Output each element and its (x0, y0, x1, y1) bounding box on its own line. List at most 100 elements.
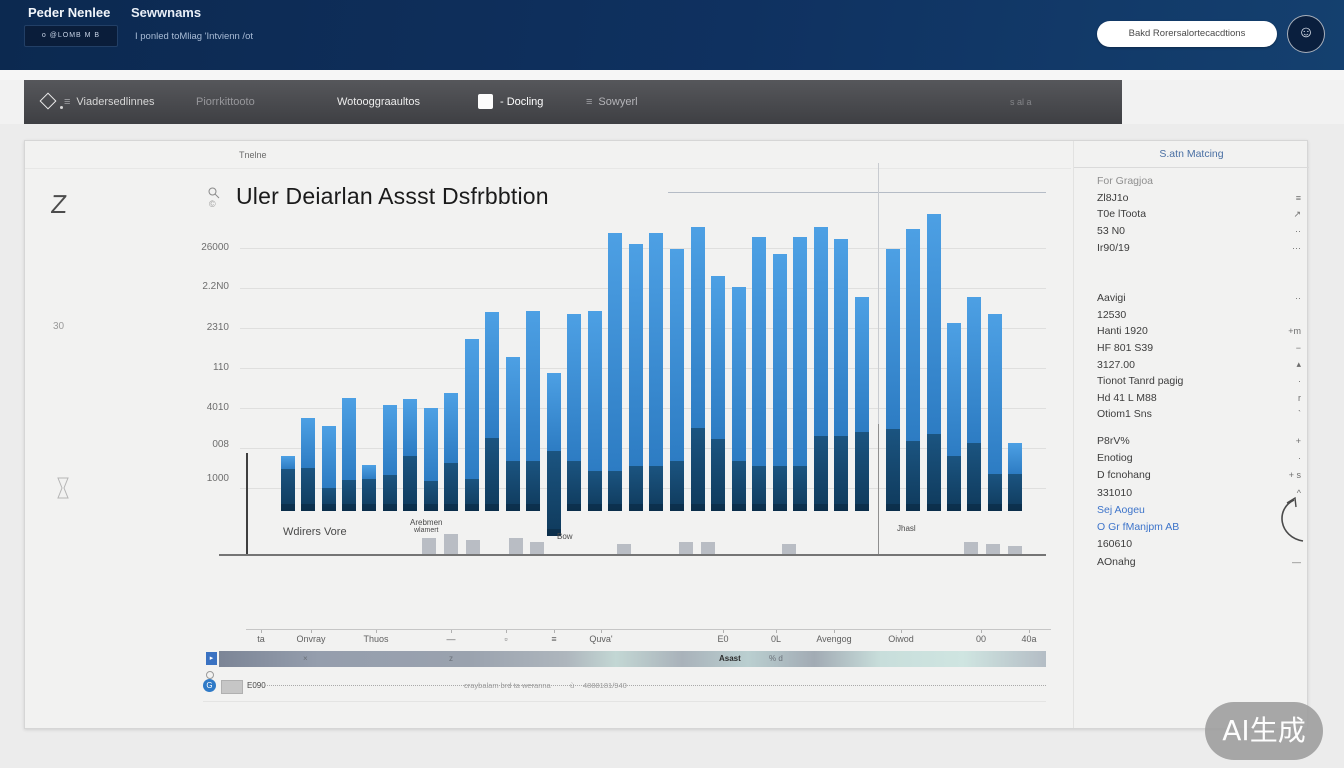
stacked-bar[interactable] (649, 233, 663, 511)
stacked-bar[interactable] (526, 311, 540, 511)
bar-segment-dark (773, 466, 787, 511)
app-brand[interactable]: Peder Nenlee (28, 5, 110, 20)
sidebar-header[interactable]: S.atn Matcing (1074, 148, 1309, 160)
sidebar-item[interactable]: T0e lToota ↗ (1097, 206, 1301, 223)
stacked-bar[interactable] (281, 456, 295, 511)
bar-segment-light (362, 465, 376, 479)
bar-segment-dark (886, 429, 900, 511)
stacked-bar[interactable] (988, 314, 1002, 511)
bar-segment-light (732, 287, 746, 461)
stacked-bar[interactable] (967, 297, 981, 511)
bar-segment-dark (567, 461, 581, 511)
stacked-bar[interactable] (608, 233, 622, 511)
sidebar-item-label: T0e lToota (1097, 208, 1146, 220)
stacked-bar[interactable] (691, 227, 705, 511)
sidebar-item[interactable]: 3127.00▴ (1097, 356, 1301, 373)
globe-icon[interactable]: G (203, 679, 216, 692)
sidebar-divider (1073, 141, 1074, 728)
bar-segment-dark (793, 466, 807, 511)
bar-segment-dark (947, 456, 961, 511)
sidebar-item[interactable]: P8rV%+ (1097, 432, 1301, 449)
stacked-bar[interactable] (773, 254, 787, 511)
toolbar-item-docking[interactable]: - Docling (500, 80, 543, 124)
bar-segment-dark (814, 436, 828, 511)
stacked-bar[interactable] (383, 405, 397, 511)
stacked-bar[interactable] (752, 237, 766, 511)
mini-bar (986, 544, 1000, 554)
sidebar-item[interactable]: Otiom1 Sns` (1097, 406, 1301, 423)
range-scrollbar[interactable]: ×zAsast% d (219, 651, 1046, 667)
sidebar-item[interactable]: For Gragjoa (1097, 173, 1301, 190)
stacked-bar[interactable] (403, 399, 417, 511)
arrow-icon: ↗ (1293, 209, 1301, 220)
sidebar-item[interactable]: Tionot Tanrd pagig· (1097, 373, 1301, 390)
gridline (240, 288, 1046, 289)
toolbar-item-views[interactable]: ≡Viadersedlinnes (64, 80, 155, 124)
undo-arrow-icon[interactable] (1267, 493, 1313, 550)
stacked-bar[interactable] (906, 229, 920, 511)
stacked-bar[interactable] (301, 418, 315, 511)
search-input[interactable]: Bakd Rorersalortecacdtions (1097, 21, 1277, 47)
sidebar-item[interactable]: Hd 41 L M88r (1097, 390, 1301, 407)
stacked-bar[interactable] (567, 314, 581, 511)
stacked-bar[interactable] (834, 239, 848, 511)
stacked-bar[interactable] (711, 276, 725, 511)
stacked-bar[interactable] (342, 398, 356, 511)
stacked-bar[interactable] (547, 373, 561, 536)
mini-bar (701, 542, 715, 554)
stacked-bar[interactable] (670, 249, 684, 511)
stacked-bar[interactable] (814, 227, 828, 511)
stacked-bar[interactable] (465, 339, 479, 511)
mini-bar (1008, 546, 1022, 554)
sidebar-item[interactable]: D fcnohang+ s (1097, 467, 1301, 484)
stacked-bar[interactable] (732, 287, 746, 511)
sidebar-item[interactable]: HF 801 S39− (1097, 340, 1301, 357)
stacked-bar[interactable] (947, 323, 961, 511)
menu-icon: ≡ (586, 96, 592, 108)
stacked-bar[interactable] (322, 426, 336, 511)
sidebar-item[interactable]: Zl8J1o≡ (1097, 190, 1301, 207)
stacked-bar[interactable] (927, 214, 941, 511)
diamond-icon[interactable] (40, 93, 57, 110)
stacked-bar[interactable] (485, 312, 499, 511)
checkbox-icon[interactable] (478, 94, 493, 109)
x-axis-label: — (423, 634, 479, 644)
stacked-bar[interactable] (444, 393, 458, 511)
tickr-icon: r (1298, 393, 1301, 403)
stacked-bar[interactable] (886, 249, 900, 511)
topbar-subtitle: I ponled toMliag 'Intvienn /ot (135, 31, 253, 42)
avatar[interactable]: ☺ (1287, 15, 1325, 53)
sidebar-item[interactable]: Enotiog· (1097, 449, 1301, 466)
sidebar-item[interactable]: 12530 (1097, 307, 1301, 324)
sidebar-item[interactable]: Ir90/19··· (1097, 239, 1301, 256)
sidebar-header-rule (1074, 167, 1309, 168)
bar-segment-light (906, 229, 920, 441)
toolbar-item-portfolio[interactable]: Piorrkittooto (196, 80, 255, 124)
gridline (240, 328, 1046, 329)
sidebar-item[interactable]: AOnahg— (1097, 553, 1301, 570)
stacked-bar[interactable] (506, 357, 520, 511)
stacked-bar[interactable] (855, 297, 869, 511)
bar-segment-light (403, 399, 417, 456)
x-axis-label: E0 (695, 634, 751, 644)
stacked-bar[interactable] (1008, 443, 1022, 511)
y-axis-label: 1000 (171, 473, 229, 484)
sidebar-item[interactable]: Hanti 1920+m (1097, 323, 1301, 340)
workspace-badge[interactable]: o @LOMB M B (24, 25, 118, 47)
stacked-bar[interactable] (424, 408, 438, 511)
legend-swatch (221, 680, 243, 694)
sidebar-item[interactable]: 53 N0·· (1097, 223, 1301, 240)
scrollbar-handle-icon[interactable]: ▸ (206, 652, 217, 665)
app-section[interactable]: Sewwnams (131, 5, 201, 20)
stacked-bar[interactable] (793, 237, 807, 511)
toolbar-item-workgraphs[interactable]: Wotooggraaultos (337, 80, 420, 124)
bar-segment-light (927, 214, 941, 434)
sidebar-item[interactable]: Aavigi·· (1097, 290, 1301, 307)
toolbar-item-viewer[interactable]: ≡Sowyerl (586, 80, 638, 124)
sidebar-item-label: For Gragjoa (1097, 175, 1153, 187)
stacked-bar[interactable] (629, 244, 643, 511)
stacked-bar[interactable] (588, 311, 602, 511)
bar-segment-light (947, 323, 961, 456)
stacked-bar[interactable] (362, 465, 376, 511)
dot-icon: · (1298, 453, 1301, 463)
